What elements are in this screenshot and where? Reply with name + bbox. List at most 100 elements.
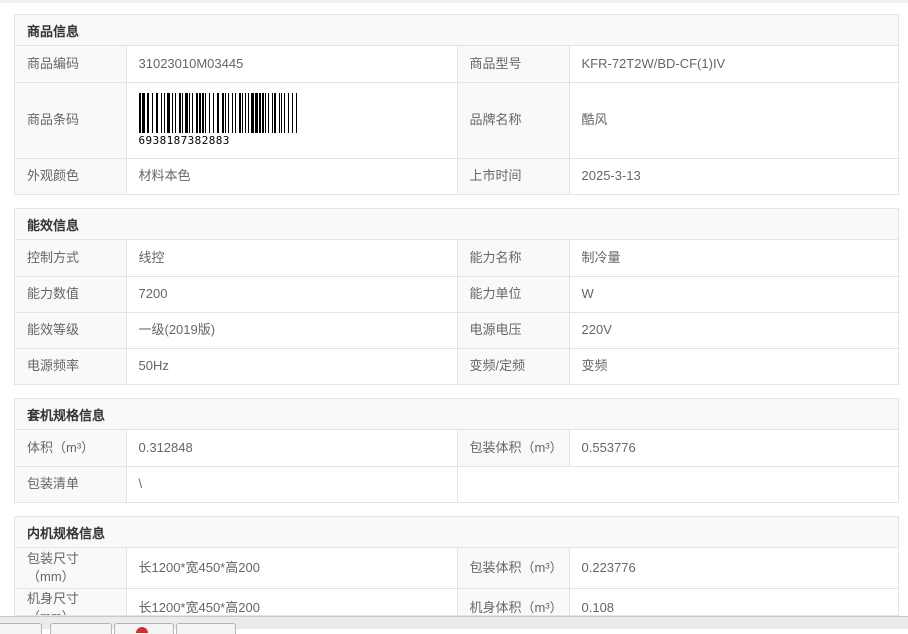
section-title: 内机规格信息 bbox=[15, 517, 898, 548]
cell-label: 机身尺寸（mm） bbox=[15, 587, 126, 615]
barcode-bar bbox=[188, 93, 190, 133]
cell-label: 变频/定频 bbox=[456, 347, 569, 384]
cell-value: 长1200*宽450*高200 bbox=[125, 548, 457, 588]
table-row: 机身尺寸（mm） 长1200*宽450*高200 机身体积（m³） 0.108 bbox=[15, 587, 898, 615]
barcode-bar bbox=[258, 93, 261, 133]
barcode-bar bbox=[166, 93, 170, 133]
barcode-bar bbox=[254, 93, 258, 133]
barcode-bar bbox=[234, 93, 236, 133]
barcode-bar bbox=[178, 93, 181, 133]
cell-label: 能力单位 bbox=[456, 275, 569, 312]
barcode-bar bbox=[174, 93, 176, 133]
table-row: 电源频率 50Hz 变频/定频 变频 bbox=[15, 347, 900, 384]
table-row: 能效等级 一级(2019版) 电源电压 220V bbox=[15, 311, 900, 348]
table-row: 包装尺寸（mm） 长1200*宽450*高200 包装体积（m³） 0.2237… bbox=[15, 548, 898, 588]
cell-label: 商品型号 bbox=[456, 46, 569, 82]
cell-value: 7200 bbox=[125, 275, 457, 312]
cell-label: 外观颜色 bbox=[15, 157, 126, 194]
cell-label: 包装尺寸（mm） bbox=[15, 548, 126, 588]
cell-label: 包装体积（m³） bbox=[456, 548, 569, 588]
barcode-bar bbox=[250, 93, 254, 133]
barcode-bar bbox=[208, 93, 210, 133]
set-spec-section: 套机规格信息 体积（m³） 0.312848 包装体积（m³） 0.553776… bbox=[14, 398, 900, 503]
cell-label: 电源频率 bbox=[15, 347, 126, 384]
cell-label: 商品条码 bbox=[15, 81, 126, 158]
cell-label: 包装清单 bbox=[15, 465, 126, 502]
barcode-bar bbox=[138, 93, 141, 133]
cell-value: W bbox=[568, 275, 900, 312]
section-title: 套机规格信息 bbox=[15, 399, 898, 430]
barcode-bar bbox=[201, 93, 204, 133]
goods-info-section: 商品信息 商品编码 31023010M03445 商品型号 KFR-72T2W/… bbox=[14, 14, 900, 195]
barcode-bar bbox=[171, 93, 173, 133]
barcode-bar bbox=[160, 93, 162, 133]
indoor-spec-table: 包装尺寸（mm） 长1200*宽450*高200 包装体积（m³） 0.2237… bbox=[15, 548, 898, 615]
barcode-bar bbox=[278, 93, 280, 133]
table-row: 体积（m³） 0.312848 包装体积（m³） 0.553776 bbox=[15, 430, 900, 466]
table-row: 能力数值 7200 能力单位 W bbox=[15, 275, 900, 312]
cell-value: 0.223776 bbox=[568, 548, 898, 588]
app-icon bbox=[136, 627, 148, 633]
barcode-image: 6938187382883 bbox=[138, 93, 445, 147]
barcode-bar bbox=[212, 93, 214, 133]
barcode-cell: 6938187382883 bbox=[125, 81, 457, 158]
cell-value: 2025-3-13 bbox=[568, 157, 900, 194]
barcode-bar bbox=[264, 93, 266, 133]
cell-value: 0.108 bbox=[568, 587, 898, 615]
energy-info-section: 能效信息 控制方式 线控 能力名称 制冷量 能力数值 7200 能力单位 W 能… bbox=[14, 208, 900, 385]
cell-value: 0.553776 bbox=[568, 430, 900, 466]
cell-value: 0.312848 bbox=[125, 430, 457, 466]
cell-label: 能效等级 bbox=[15, 311, 126, 348]
barcode-bar bbox=[267, 93, 269, 133]
cell-value: 线控 bbox=[125, 240, 457, 276]
cell-label: 商品编码 bbox=[15, 46, 126, 82]
cell-label: 体积（m³） bbox=[15, 430, 126, 466]
table-row: 包装清单 \ bbox=[15, 465, 900, 502]
goods-info-table: 商品编码 31023010M03445 商品型号 KFR-72T2W/BD-CF… bbox=[15, 46, 900, 194]
cell-value: 长1200*宽450*高200 bbox=[125, 587, 457, 615]
cell-label: 能力数值 bbox=[15, 275, 126, 312]
cell-value: 220V bbox=[568, 311, 900, 348]
barcode-bar bbox=[141, 93, 145, 133]
barcode-bar bbox=[287, 93, 289, 133]
barcode-bar bbox=[195, 93, 198, 133]
barcode-bar bbox=[155, 93, 158, 133]
cell-label: 控制方式 bbox=[15, 240, 126, 276]
barcode-bar bbox=[244, 93, 246, 133]
cell-label: 上市时间 bbox=[456, 157, 569, 194]
barcode-bar bbox=[238, 93, 241, 133]
barcode-bar bbox=[231, 93, 233, 133]
cell-value: 50Hz bbox=[125, 347, 457, 384]
cell-label: 电源电压 bbox=[456, 311, 569, 348]
table-row: 外观颜色 材料本色 上市时间 2025-3-13 bbox=[15, 157, 900, 194]
cell-label: 品牌名称 bbox=[456, 81, 569, 158]
cell-label: 能力名称 bbox=[456, 240, 569, 276]
barcode-bar bbox=[271, 93, 273, 133]
barcode-bars bbox=[138, 93, 297, 133]
table-row: 控制方式 线控 能力名称 制冷量 bbox=[15, 240, 900, 276]
barcode-bar bbox=[216, 93, 219, 133]
energy-info-table: 控制方式 线控 能力名称 制冷量 能力数值 7200 能力单位 W 能效等级 一… bbox=[15, 240, 900, 384]
cell-value: KFR-72T2W/BD-CF(1)IV bbox=[568, 46, 900, 82]
barcode-bar bbox=[181, 93, 183, 133]
barcode-bar bbox=[151, 93, 153, 133]
barcode-bar bbox=[227, 93, 229, 133]
barcode-number: 6938187382883 bbox=[138, 134, 230, 147]
barcode-bar bbox=[191, 93, 193, 133]
barcode-bar bbox=[295, 93, 297, 133]
empty-cell bbox=[456, 465, 900, 502]
top-divider bbox=[0, 0, 908, 3]
barcode-bar bbox=[146, 93, 149, 133]
taskbar bbox=[0, 616, 908, 634]
barcode-bar bbox=[247, 93, 249, 133]
barcode-bar bbox=[241, 93, 243, 133]
barcode-bar bbox=[261, 93, 264, 133]
section-title: 能效信息 bbox=[15, 209, 898, 240]
cell-value: 一级(2019版) bbox=[125, 311, 457, 348]
barcode-bar bbox=[163, 93, 165, 133]
cell-value: \ bbox=[125, 465, 457, 502]
cell-value: 材料本色 bbox=[125, 157, 457, 194]
barcode-bar bbox=[198, 93, 201, 133]
barcode-bar bbox=[184, 93, 188, 133]
barcode-bar bbox=[224, 93, 226, 133]
